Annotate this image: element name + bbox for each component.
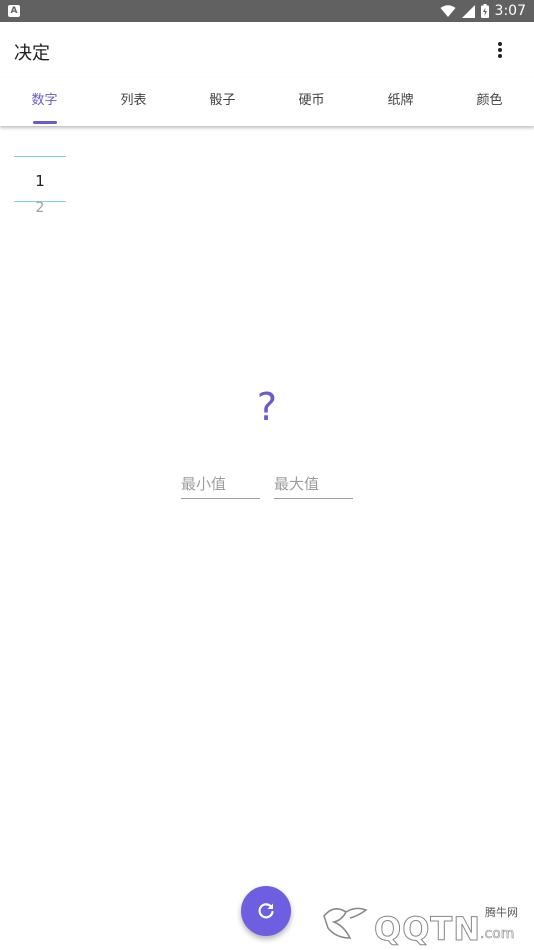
status-time: 3:07	[494, 3, 526, 19]
watermark-site-name: 腾牛网	[485, 906, 518, 919]
more-vert-icon[interactable]	[490, 40, 510, 60]
tab-label: 列表	[120, 93, 147, 108]
tab-label: 硬币	[298, 93, 325, 108]
result-display: ?	[256, 385, 278, 429]
max-value-field[interactable]	[274, 470, 353, 499]
range-inputs	[181, 470, 361, 502]
watermark-brand: QQTN	[373, 910, 482, 949]
tab-label: 颜色	[476, 93, 503, 108]
tab-list[interactable]: 列表	[89, 78, 178, 126]
status-icons: 3:07	[440, 0, 526, 22]
page-title: 决定	[14, 43, 50, 64]
picker-next-value[interactable]: 2	[14, 200, 66, 216]
app-notification-icon: A	[8, 5, 20, 17]
tab-bar: 数字 列表 骰子 硬币 纸牌 颜色	[0, 78, 534, 126]
tab-color[interactable]: 颜色	[445, 78, 534, 126]
tab-cards[interactable]: 纸牌	[356, 78, 445, 126]
tab-label: 骰子	[209, 93, 236, 108]
refresh-button[interactable]	[241, 886, 291, 936]
battery-icon	[480, 4, 489, 18]
tab-dice[interactable]: 骰子	[178, 78, 267, 126]
watermark-logo: 腾牛网 QQTN .com	[320, 896, 528, 949]
picker-selected-value: 1	[35, 172, 45, 190]
wifi-icon	[440, 4, 456, 17]
tab-label: 数字	[31, 93, 58, 108]
picker-divider-top	[14, 156, 66, 157]
tab-coin[interactable]: 硬币	[267, 78, 356, 126]
status-bar: A 3:07	[0, 0, 534, 22]
tab-number[interactable]: 数字	[0, 78, 89, 126]
bird-logo-icon	[323, 907, 368, 939]
watermark-domain: .com	[480, 926, 515, 943]
min-value-field[interactable]	[181, 470, 260, 499]
signal-icon	[461, 4, 475, 18]
app-bar: 决定	[0, 22, 534, 78]
tab-indicator	[32, 121, 57, 124]
count-picker[interactable]: 1 2	[14, 155, 66, 225]
refresh-icon	[258, 903, 274, 919]
tab-label: 纸牌	[387, 93, 414, 108]
